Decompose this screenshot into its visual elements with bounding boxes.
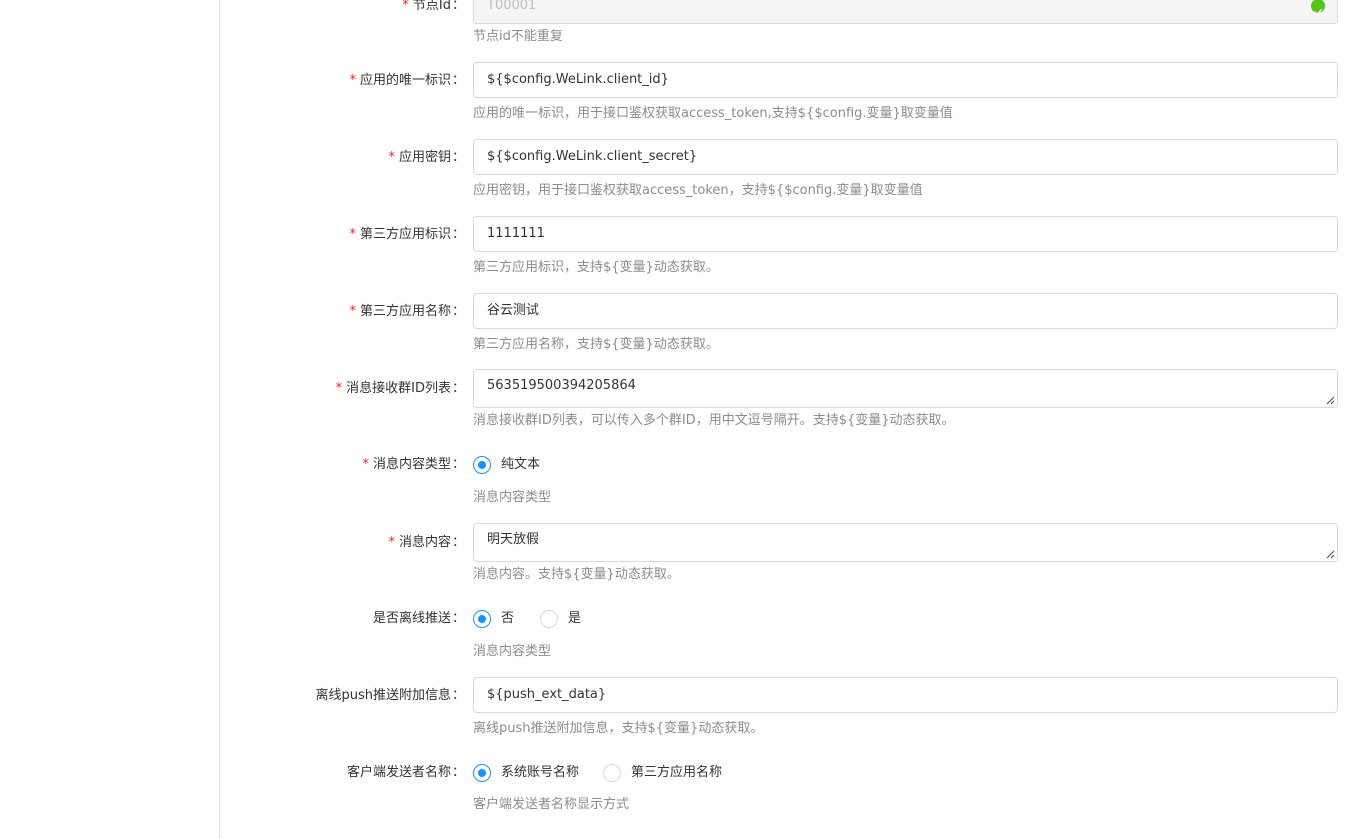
check-circle-icon (1311, 0, 1325, 16)
node-config-form: * 节点Id： T00001 节点id不能重复 * 应用的唯一标识： ${$conf… (220, 0, 1352, 839)
field-label: 客户端发送者名称： (346, 765, 465, 780)
field-help: 客户端发送者名称显示方式 (473, 797, 630, 812)
radio-option-third-app-name[interactable]: 第三方应用名称 (603, 763, 722, 783)
sidebar (0, 0, 220, 839)
field-help: 消息内容类型 (473, 490, 552, 505)
field-help: 消息接收群ID列表，可以传入多个群ID，用中文逗号隔开。支持${变量}动态获取。 (473, 413, 955, 428)
third-app-id-input[interactable]: 1111111 (473, 216, 1338, 252)
radio-checked-icon[interactable] (473, 456, 491, 474)
client-secret-input[interactable]: ${$config.WeLink.client_secret} (473, 139, 1338, 175)
radio-option-plain-text[interactable]: 纯文本 (473, 455, 540, 475)
radio-checked-icon[interactable] (473, 610, 491, 628)
resize-handle-icon[interactable] (1325, 395, 1335, 405)
third-app-name-input[interactable]: 谷云测试 (473, 293, 1338, 329)
field-help: 离线push推送附加信息，支持${变量}动态获取。 (473, 721, 764, 736)
resize-handle-icon[interactable] (1325, 549, 1335, 559)
radio-option-yes[interactable]: 是 (540, 609, 581, 629)
field-label: 离线push推送附加信息： (315, 688, 465, 703)
group-ids-textarea[interactable]: 563519500394205864 (473, 369, 1338, 408)
field-help: 应用的唯一标识，用于接口鉴权获取access_token,支持${$config… (473, 106, 953, 121)
radio-unchecked-icon[interactable] (540, 610, 559, 628)
field-help: 节点id不能重复 (473, 29, 563, 44)
field-help: 消息内容类型 (473, 644, 552, 659)
radio-option-no[interactable]: 否 (473, 609, 514, 629)
sender-name-radio-group: 系统账号名称 第三方应用名称 (473, 763, 742, 783)
radio-checked-icon[interactable] (473, 764, 491, 782)
field-help: 消息内容。支持${变量}动态获取。 (473, 567, 680, 582)
field-help: 第三方应用名称，支持${变量}动态获取。 (473, 337, 719, 352)
field-label: 是否离线推送： (372, 611, 465, 626)
field-label: * 第三方应用名称： (349, 304, 465, 319)
field-label: * 节点Id： (402, 0, 465, 13)
content-type-radio-group: 纯文本 (473, 455, 560, 475)
content-textarea[interactable]: 明天放假 (473, 523, 1338, 562)
field-label: * 消息接收群ID列表： (335, 381, 465, 396)
field-help: 第三方应用标识，支持${变量}动态获取。 (473, 260, 719, 275)
field-help: 应用密钥，用于接口鉴权获取access_token，支持${$config.变量… (473, 183, 923, 198)
field-label: * 应用的唯一标识： (349, 73, 465, 88)
node-id-input[interactable]: T00001 (473, 0, 1338, 24)
field-label: * 第三方应用标识： (349, 227, 465, 242)
client-id-input[interactable]: ${$config.WeLink.client_id} (473, 62, 1338, 98)
radio-option-system-account[interactable]: 系统账号名称 (473, 763, 579, 783)
field-label: * 应用密钥： (388, 150, 465, 165)
radio-unchecked-icon[interactable] (603, 764, 622, 782)
push-ext-input[interactable]: ${push_ext_data} (473, 677, 1338, 713)
field-label: * 消息内容类型： (362, 457, 465, 472)
field-label: * 消息内容： (388, 535, 465, 550)
offline-push-radio-group: 否 是 (473, 609, 601, 629)
